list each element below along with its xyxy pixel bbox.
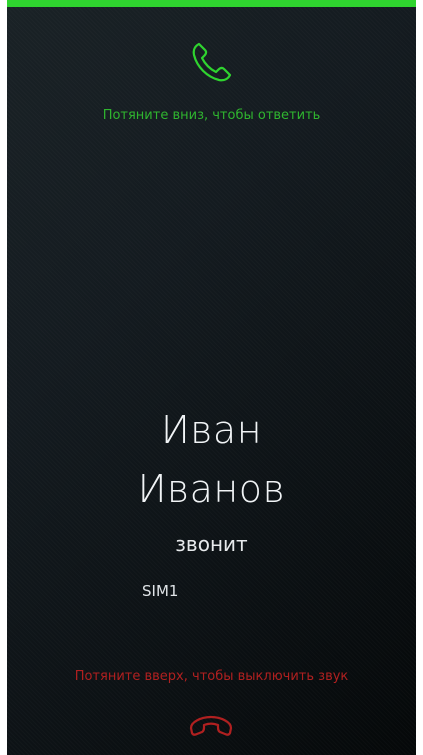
call-status-label: звонит [175,532,248,556]
hang-up-icon[interactable] [183,706,239,742]
answer-hint-text: Потяните вниз, чтобы ответить [102,108,321,123]
phone-frame: Потяните вниз, чтобы ответить Иван Ивано… [0,0,423,755]
answer-call-icon[interactable] [183,35,239,91]
sim-label: SIM1 [142,582,179,600]
caller-last-name: Иванов [137,467,286,511]
mute-hint-text: Потяните вверх, чтобы выключить звук [74,669,349,684]
caller-first-name: Иван [160,408,263,452]
top-accent-bar [7,0,416,7]
incoming-call-screen: Потяните вниз, чтобы ответить Иван Ивано… [7,0,416,755]
